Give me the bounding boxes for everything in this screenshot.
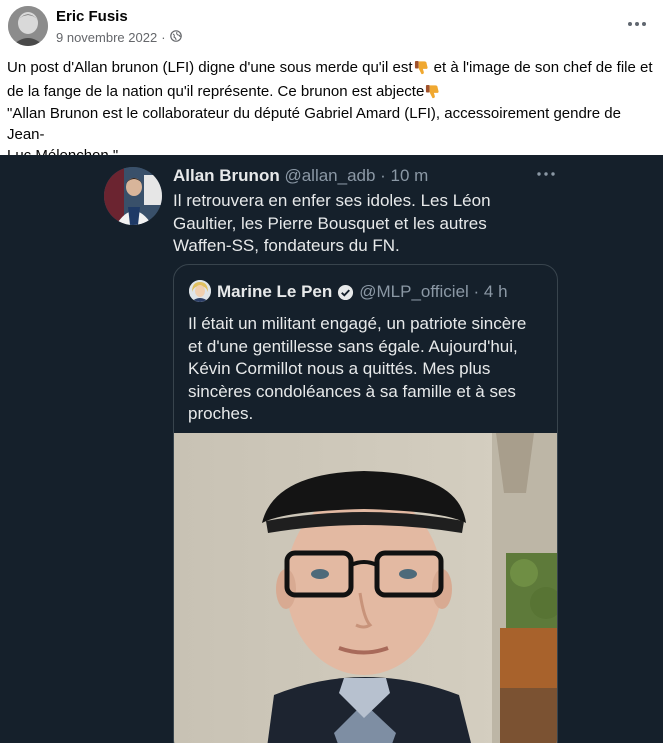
tweet-more-icon — [534, 167, 558, 181]
author-avatar[interactable] — [8, 6, 48, 46]
quoted-tweet-line: proches. — [188, 404, 254, 423]
tweet-author-name: Allan Brunon — [173, 166, 280, 185]
thumbs-down-icon — [425, 84, 440, 105]
quoted-tweet-line: Il était un militant engagé, un patriote… — [188, 314, 527, 333]
quoted-author-avatar — [189, 280, 211, 302]
quoted-author-handle: @MLP_officiel · 4 h — [359, 282, 508, 301]
globe-icon[interactable] — [169, 30, 182, 45]
author-name[interactable]: Eric Fusis — [56, 8, 128, 25]
tweet-line: Waffen-SS, fondateurs du FN. — [173, 236, 400, 255]
quoted-author-name: Marine Le Pen — [217, 282, 333, 301]
tweet-author-handle: @allan_adb · 10 m — [284, 166, 429, 185]
tweet-text: Il retrouvera en enfer ses idoles. Les L… — [173, 190, 533, 258]
quoted-tweet-text: Il était un militant engagé, un patriote… — [188, 313, 548, 426]
post-text-line-2: de la fange de la nation qu'il représent… — [7, 81, 657, 105]
more-icon — [628, 22, 646, 26]
verified-badge-icon — [337, 284, 354, 301]
meta-separator: · — [161, 30, 166, 45]
post-text: Un post d'Allan brunon (LFI) digne d'une… — [7, 57, 657, 105]
quoted-tweet-line: sincères condoléances à sa famille et à … — [188, 381, 516, 401]
tweet-author-avatar — [104, 167, 162, 225]
thumbs-down-icon — [414, 60, 429, 81]
tweet-line: Gaultier, les Pierre Bousquet et les aut… — [173, 213, 487, 233]
quoted-tweet-line: et d'une gentillesse sans égale. Aujourd… — [188, 336, 518, 356]
post-date[interactable]: 9 novembre 2022 — [56, 30, 157, 45]
quoted-tweet: Marine Le Pen @MLP_officiel · 4 h Il éta… — [173, 264, 558, 743]
quote-text-line-1: "Allan Brunon est le collaborateur du dé… — [7, 105, 621, 143]
quoted-tweet-header: Marine Le Pen @MLP_officiel · 4 h — [217, 282, 508, 302]
tweet-screenshot[interactable]: Allan Brunon @allan_adb · 10 m Il retrou… — [0, 155, 663, 743]
post-options-button[interactable] — [622, 12, 652, 36]
tweet-header: Allan Brunon @allan_adb · 10 m — [173, 166, 428, 186]
post-text-line-1: Un post d'Allan brunon (LFI) digne d'une… — [7, 57, 657, 81]
facebook-post: Eric Fusis 9 novembre 2022 · Un post d'A… — [0, 0, 663, 743]
quoted-tweet-photo — [174, 433, 557, 743]
post-meta: 9 novembre 2022 · — [56, 30, 182, 45]
quoted-tweet-line: Kévin Cormillot nous a quittés. Mes plus — [188, 359, 491, 378]
tweet-line: Il retrouvera en enfer ses idoles. Les L… — [173, 191, 491, 210]
